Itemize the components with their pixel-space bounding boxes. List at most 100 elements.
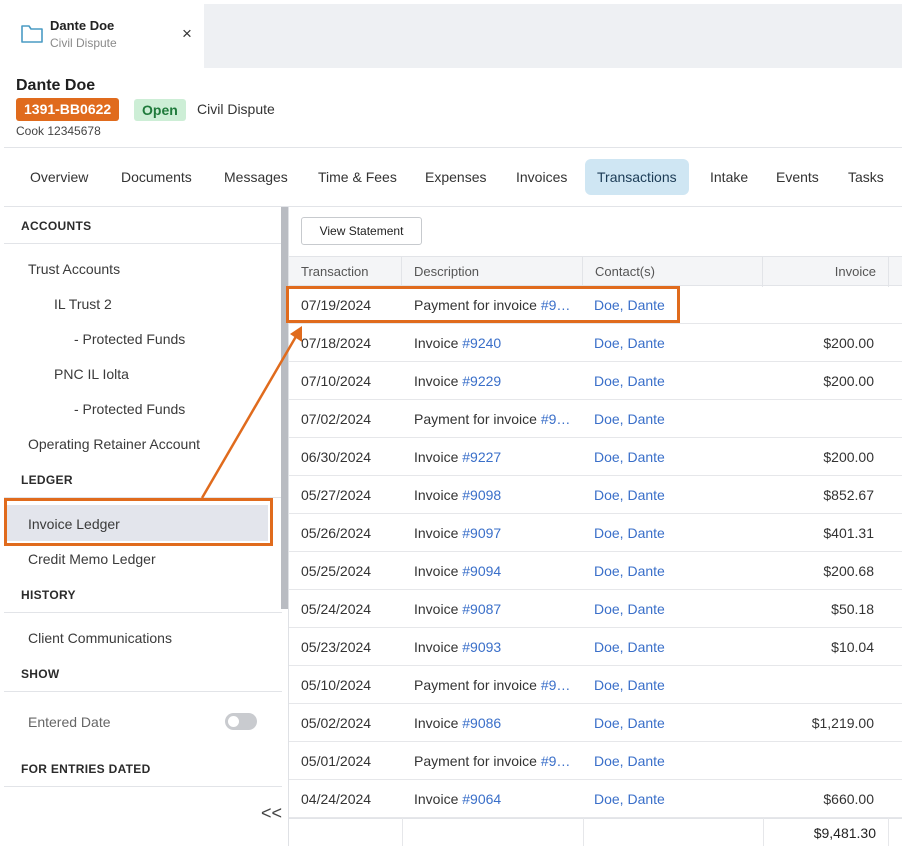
file-tab-subtitle: Civil Dispute — [50, 36, 117, 50]
sidebar-item-credit-memo-ledger[interactable]: Credit Memo Ledger — [28, 551, 156, 567]
contact-link[interactable]: Doe, Dante — [594, 628, 754, 666]
row-description: Payment for invoice #9… — [414, 400, 580, 438]
folder-icon — [21, 25, 43, 43]
contact-link[interactable]: Doe, Dante — [594, 362, 754, 400]
table-row[interactable]: 07/18/2024 Invoice #9240 Doe, Dante $200.00 — [289, 324, 902, 362]
contact-link[interactable]: Doe, Dante — [594, 666, 754, 704]
invoice-link[interactable]: #9094 — [462, 563, 501, 579]
contact-link[interactable]: Doe, Dante — [594, 400, 754, 438]
invoice-link[interactable]: #9240 — [462, 335, 501, 351]
table-row[interactable]: 05/23/2024 Invoice #9093 Doe, Dante $10.04 — [289, 628, 902, 666]
tab-invoices[interactable]: Invoices — [504, 159, 579, 195]
row-description: Invoice #9093 — [414, 628, 580, 666]
accounts-header: ACCOUNTS — [21, 219, 92, 233]
view-statement-button[interactable]: View Statement — [301, 217, 422, 245]
col-invoice[interactable]: Invoice — [763, 257, 889, 287]
contact-link[interactable]: Doe, Dante — [594, 286, 754, 324]
contact-link[interactable]: Doe, Dante — [594, 742, 754, 780]
row-invoice-amount: $10.04 — [831, 639, 874, 655]
tab-events[interactable]: Events — [764, 159, 831, 195]
invoice-link[interactable]: #9093 — [462, 639, 501, 655]
row-description-text: Invoice — [414, 373, 463, 389]
col-contacts[interactable]: Contact(s) — [583, 257, 763, 287]
contact-link[interactable]: Doe, Dante — [594, 324, 754, 362]
tab-overview[interactable]: Overview — [18, 159, 100, 195]
row-date: 05/26/2024 — [301, 525, 372, 541]
invoice-link[interactable]: #9064 — [462, 791, 501, 807]
sidebar-item-client-communications[interactable]: Client Communications — [28, 630, 172, 646]
row-description-text: Invoice — [414, 791, 463, 807]
table-row[interactable]: 05/02/2024 Invoice #9086 Doe, Dante $1,219.… — [289, 704, 902, 742]
sidebar-item-invoice-ledger[interactable]: Invoice Ledger — [28, 516, 120, 532]
tab-transactions[interactable]: Transactions — [585, 159, 689, 195]
row-description: Invoice #9240 — [414, 324, 580, 362]
row-description-text: Invoice — [414, 715, 463, 731]
matter-title: Dante Doe — [16, 77, 96, 94]
table-header: Transaction Description Contact(s) Invoi… — [289, 256, 902, 287]
contact-link[interactable]: Doe, Dante — [594, 552, 754, 590]
contact-link[interactable]: Doe, Dante — [594, 514, 754, 552]
col-divider — [583, 818, 584, 846]
invoice-link[interactable]: #9098 — [462, 487, 501, 503]
invoice-link[interactable]: #9086 — [462, 715, 501, 731]
row-description: Invoice #9064 — [414, 780, 580, 818]
row-description-text: Payment for invoice — [414, 753, 541, 769]
row-description-text: Payment for invoice — [414, 677, 541, 693]
table-row[interactable]: 05/24/2024 Invoice #9087 Doe, Dante $50.18 — [289, 590, 902, 628]
table-row[interactable]: 04/24/2024 Invoice #9064 Doe, Dante $660.00 — [289, 780, 902, 818]
entered-date-toggle[interactable] — [225, 713, 257, 730]
table-row[interactable]: 07/10/2024 Invoice #9229 Doe, Dante $200.00 — [289, 362, 902, 400]
table-row[interactable]: 07/02/2024 Payment for invoice #9… Doe, Da… — [289, 400, 902, 438]
invoice-link[interactable]: #9227 — [462, 449, 501, 465]
collapse-sidebar-icon[interactable]: << — [261, 803, 282, 824]
sidebar-item-protected-funds-1[interactable]: - Protected Funds — [74, 331, 185, 347]
table-row[interactable]: 05/10/2024 Payment for invoice #9… Doe, Da… — [289, 666, 902, 704]
row-invoice-amount: $200.00 — [823, 335, 874, 351]
sidebar-item-pnc-il-iolta[interactable]: PNC IL Iolta — [54, 366, 129, 382]
contact-link[interactable]: Doe, Dante — [594, 590, 754, 628]
tab-time-fees[interactable]: Time & Fees — [306, 159, 409, 195]
top-tab-strip: Dante Doe Civil Dispute × — [4, 4, 902, 68]
tab-documents[interactable]: Documents — [109, 159, 204, 195]
invoice-link[interactable]: #9… — [541, 411, 571, 427]
sidebar-item-trust-accounts[interactable]: Trust Accounts — [28, 261, 120, 277]
invoice-link[interactable]: #9… — [541, 753, 571, 769]
invoice-link[interactable]: #9… — [541, 677, 571, 693]
row-date: 05/23/2024 — [301, 639, 372, 655]
row-date: 05/27/2024 — [301, 487, 372, 503]
tab-messages[interactable]: Messages — [212, 159, 300, 195]
row-invoice-amount: $200.00 — [823, 373, 874, 389]
matter-nav: Overview Documents Messages Time & Fees … — [4, 147, 902, 207]
invoice-link[interactable]: #9229 — [462, 373, 501, 389]
table-row[interactable]: 07/19/2024 Payment for invoice #9… Doe, Da… — [289, 286, 902, 324]
table-row[interactable]: 05/01/2024 Payment for invoice #9… Doe, Da… — [289, 742, 902, 780]
contact-link[interactable]: Doe, Dante — [594, 704, 754, 742]
tab-expenses[interactable]: Expenses — [413, 159, 498, 195]
matter-subtitle: Cook 12345678 — [16, 124, 101, 138]
invoice-link[interactable]: #9097 — [462, 525, 501, 541]
table-row[interactable]: 06/30/2024 Invoice #9227 Doe, Dante $200.00 — [289, 438, 902, 476]
table-row[interactable]: 05/25/2024 Invoice #9094 Doe, Dante $200.68 — [289, 552, 902, 590]
col-transaction[interactable]: Transaction — [289, 257, 402, 287]
sidebar-item-operating-retainer[interactable]: Operating Retainer Account — [28, 436, 200, 452]
table-row[interactable]: 05/26/2024 Invoice #9097 Doe, Dante $401.31 — [289, 514, 902, 552]
file-tab-title: Dante Doe — [50, 18, 115, 33]
tab-intake[interactable]: Intake — [698, 159, 760, 195]
contact-link[interactable]: Doe, Dante — [594, 438, 754, 476]
sidebar-item-il-trust-2[interactable]: IL Trust 2 — [54, 296, 112, 312]
close-icon[interactable]: × — [182, 24, 192, 44]
invoice-link[interactable]: #9… — [541, 297, 571, 313]
invoice-link[interactable]: #9087 — [462, 601, 501, 617]
row-date: 05/24/2024 — [301, 601, 372, 617]
table-row[interactable]: 05/27/2024 Invoice #9098 Doe, Dante $852.67 — [289, 476, 902, 514]
sidebar-item-protected-funds-2[interactable]: - Protected Funds — [74, 401, 185, 417]
col-divider — [402, 818, 403, 846]
contact-link[interactable]: Doe, Dante — [594, 476, 754, 514]
tab-tasks[interactable]: Tasks — [836, 159, 896, 195]
file-tab[interactable]: Dante Doe Civil Dispute × — [4, 4, 204, 68]
contact-link[interactable]: Doe, Dante — [594, 780, 754, 818]
col-divider — [888, 818, 889, 846]
row-date: 04/24/2024 — [301, 791, 372, 807]
row-date: 07/02/2024 — [301, 411, 372, 427]
col-description[interactable]: Description — [402, 257, 583, 287]
